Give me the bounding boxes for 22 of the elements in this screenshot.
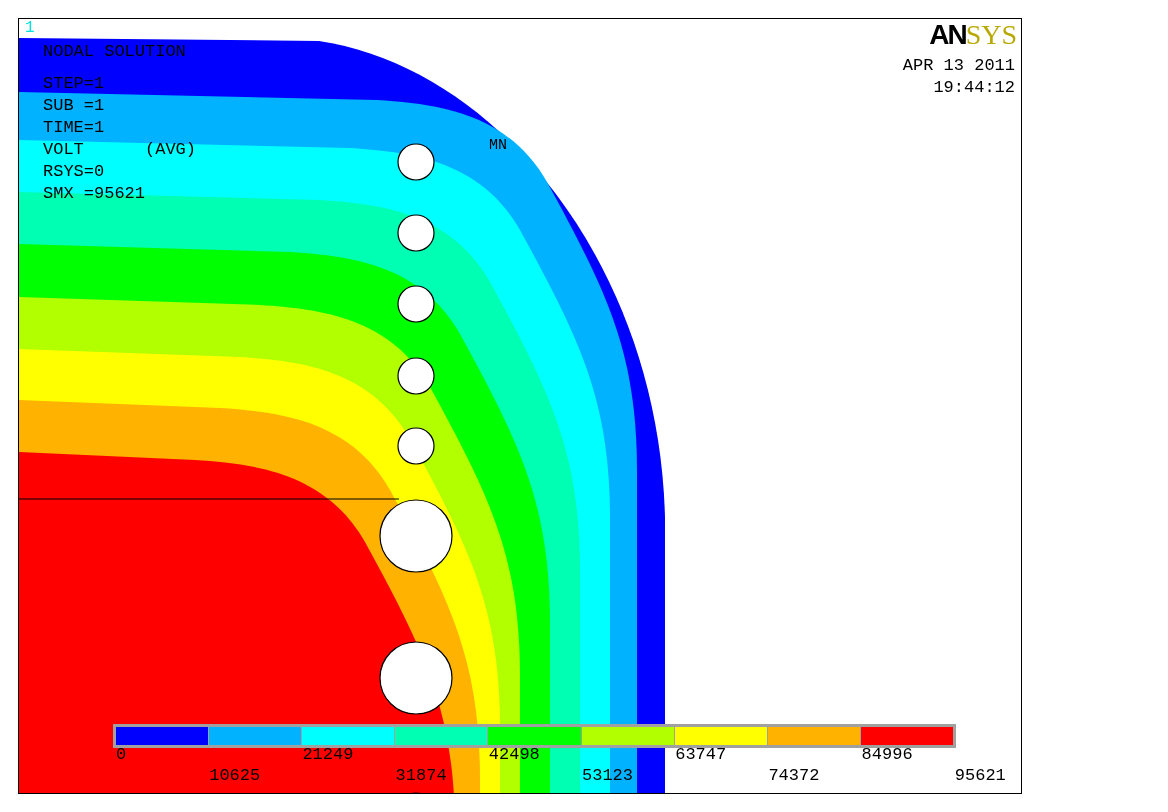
legend-value: 63747 <box>675 746 727 764</box>
logo-text: AN <box>929 21 966 49</box>
legend-value: 10625 <box>209 767 261 785</box>
logo-text: SYS <box>965 21 1017 49</box>
legend-value: 21249 <box>302 746 354 764</box>
window-number: 1 <box>25 19 35 37</box>
legend-value: 74372 <box>768 767 820 785</box>
info-text: SMX =95621 <box>43 183 147 205</box>
date-text: APR 13 2011 <box>902 55 1015 77</box>
legend-value: 31874 <box>395 767 447 785</box>
info-text: VOLT (AVG) <box>43 139 197 161</box>
info-text: SUB =1 <box>43 95 106 117</box>
legend-value: 53123 <box>582 767 633 785</box>
legend-value: 84996 <box>861 746 913 764</box>
info-text: NODAL SOLUTION <box>43 41 187 63</box>
legend-value: 0 <box>116 746 127 764</box>
time-text: 19:44:12 <box>933 77 1015 99</box>
info-text: RSYS=0 <box>43 161 106 183</box>
info-text: STEP=1 <box>43 73 106 95</box>
legend-value: 95621 <box>954 767 1006 785</box>
info-text: TIME=1 <box>43 117 106 139</box>
min-label: MN <box>489 137 507 154</box>
